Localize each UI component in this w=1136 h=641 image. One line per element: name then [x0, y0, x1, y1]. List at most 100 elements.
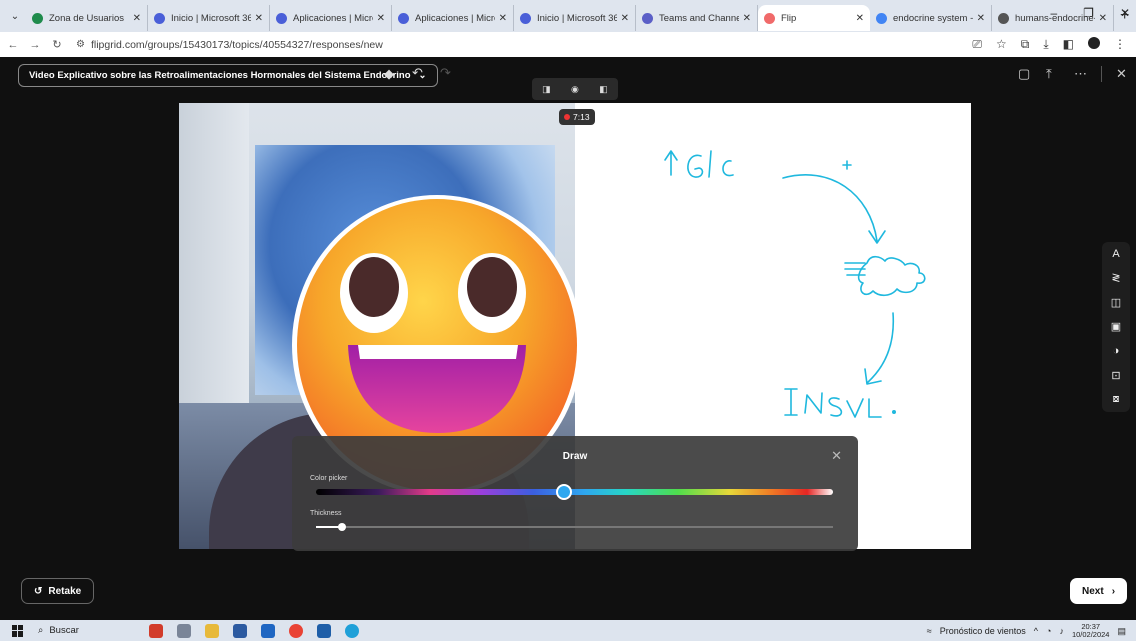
bookmark-star-icon[interactable]: ☆ [996, 37, 1007, 52]
layout-right-icon[interactable]: ◧ [599, 84, 608, 95]
redo-icon[interactable]: ↷ [440, 65, 451, 81]
draw-panel-title: Draw [562, 451, 588, 462]
forward-icon[interactable]: → [26, 39, 44, 51]
url-field[interactable]: flipgrid.com/groups/15430173/topics/4055… [91, 39, 383, 51]
reload-icon[interactable]: ↻ [48, 38, 66, 51]
close-tab-icon[interactable]: ✕ [133, 13, 141, 24]
divider [1101, 66, 1102, 82]
file-explorer-icon[interactable] [204, 623, 219, 638]
tab-title: Teams and Channels [659, 12, 739, 24]
volume-icon[interactable]: ♪ [1059, 626, 1064, 636]
weather-text[interactable]: Pronóstico de vientos [940, 626, 1026, 636]
layout-switcher: ◨ ◉ ◧ [532, 78, 618, 100]
minimize-icon[interactable]: – [1050, 6, 1057, 20]
tab-favicon-icon [398, 12, 409, 24]
cast-icon[interactable]: ⎚ [972, 37, 982, 52]
browser-tab[interactable]: Inicio | Microsoft 365 ✕ [514, 5, 636, 31]
eraser-icon[interactable]: ◆ [384, 66, 394, 82]
tab-favicon-icon [520, 12, 531, 24]
browser-tab[interactable]: Flip ✕ [758, 5, 870, 31]
color-picker-handle[interactable] [556, 484, 573, 500]
menu-kebab-icon[interactable]: ⋮ [1114, 37, 1126, 52]
close-icon[interactable]: ✕ [831, 448, 842, 464]
color-picker-label: Color picker [310, 475, 348, 482]
close-tab-icon[interactable]: ✕ [743, 13, 751, 24]
next-button[interactable]: Next › [1070, 578, 1128, 604]
site-info-icon[interactable]: ⚙ [76, 39, 85, 50]
browser-tab[interactable]: Zona de Usuarios ✕ [26, 5, 148, 31]
retake-button[interactable]: ↺ Retake [21, 578, 95, 604]
thickness-slider[interactable] [316, 526, 833, 528]
profile-avatar[interactable] [1088, 37, 1100, 49]
sticky-note-icon[interactable]: ▢ [1018, 66, 1030, 82]
tab-title: Zona de Usuarios [49, 12, 124, 24]
tab-title: Flip [781, 12, 797, 24]
browser-tab[interactable]: Aplicaciones | Micros ✕ [270, 5, 392, 31]
sidepanel-icon[interactable]: ◧ [1063, 37, 1074, 52]
side-toolbar: A ≷ ◫ ▣ ◑ ⊡ ⧇ [1102, 242, 1130, 412]
text-tool-icon[interactable]: A [1112, 248, 1119, 260]
close-window-icon[interactable]: ✕ [1120, 6, 1130, 20]
thickness-label: Thickness [310, 510, 342, 517]
flip-recorder: Video Explicativo sobre las Retroaliment… [0, 57, 1136, 620]
word-icon[interactable] [316, 623, 331, 638]
edge-icon[interactable] [344, 623, 359, 638]
store-icon[interactable] [232, 623, 247, 638]
browser-tab[interactable]: endocrine system - S ✕ [870, 5, 992, 31]
filter-tool-icon[interactable]: ◑ [1113, 345, 1120, 357]
download-icon[interactable]: ⤓ [1043, 37, 1048, 52]
taskbar-search[interactable]: ⌕ Buscar [38, 625, 79, 636]
retake-icon: ↺ [34, 585, 43, 597]
network-icon[interactable]: ◔ [1046, 626, 1051, 636]
color-picker-slider[interactable] [316, 489, 833, 495]
close-tab-icon[interactable]: ✕ [856, 13, 864, 24]
pen-tool-icon[interactable]: ≷ [1111, 271, 1120, 284]
extensions-icon[interactable]: ⧉ [1021, 37, 1030, 52]
draw-panel: Draw ✕ Color picker Thickness [292, 436, 858, 551]
chevron-right-icon: › [1111, 585, 1116, 597]
browser-tab[interactable]: Teams and Channels ✕ [636, 5, 758, 31]
tab-title: Aplicaciones | Micros [415, 12, 495, 24]
record-dot-icon [564, 114, 570, 120]
browser-tab[interactable]: Inicio | Microsoft 365 ✕ [148, 5, 270, 31]
photo-tool-icon[interactable]: ⧇ [1113, 393, 1120, 406]
taskbar: ⌕ Buscar ≈ Pronóstico de vientos ^ ◔ ♪ 2… [0, 620, 1136, 641]
undo-icon[interactable]: ↶ [412, 65, 423, 81]
tab-search-icon[interactable]: ⌄ [4, 5, 26, 27]
tab-favicon-icon [876, 12, 887, 24]
tab-title: endocrine system - S [893, 12, 973, 24]
tab-title: Inicio | Microsoft 365 [537, 12, 617, 24]
close-icon[interactable]: ✕ [1116, 66, 1127, 82]
weather-icon: ≈ [926, 626, 932, 636]
app-icon-game[interactable] [148, 623, 163, 638]
frame-tool-icon[interactable]: ⊡ [1111, 369, 1120, 382]
back-icon[interactable]: ← [4, 39, 22, 51]
board-tool-icon[interactable]: ▣ [1111, 320, 1121, 333]
tab-title: Aplicaciones | Micros [293, 12, 373, 24]
browser-tab[interactable]: Aplicaciones | Micros ✕ [392, 5, 514, 31]
chrome-icon[interactable] [288, 623, 303, 638]
more-options-icon[interactable]: ⋯ [1074, 66, 1087, 82]
sticky-tool-icon[interactable]: ◫ [1111, 296, 1121, 309]
clock[interactable]: 20:37 10/02/2024 [1072, 623, 1110, 639]
close-tab-icon[interactable]: ✕ [977, 13, 985, 24]
tab-favicon-icon [32, 12, 43, 24]
close-tab-icon[interactable]: ✕ [377, 13, 385, 24]
tab-title: Inicio | Microsoft 365 [171, 12, 251, 24]
close-tab-icon[interactable]: ✕ [255, 13, 263, 24]
task-view-icon[interactable] [176, 623, 191, 638]
layout-left-icon[interactable]: ◨ [542, 84, 551, 95]
upload-icon[interactable]: ⤒ [1046, 66, 1052, 82]
tray-chevron-icon[interactable]: ^ [1034, 626, 1038, 636]
layout-center-icon[interactable]: ◉ [571, 84, 579, 95]
notifications-icon[interactable]: ▤ [1117, 626, 1126, 637]
close-tab-icon[interactable]: ✕ [499, 13, 507, 24]
windows-start-icon[interactable] [12, 624, 24, 637]
tab-favicon-icon [642, 12, 653, 24]
thickness-handle[interactable] [337, 523, 346, 531]
browser-tab-bar: ⌄ Zona de Usuarios ✕ Inicio | Microsoft 36… [0, 0, 1136, 32]
mail-icon[interactable] [260, 623, 275, 638]
topic-selector[interactable]: Video Explicativo sobre las Retroaliment… [18, 64, 438, 87]
restore-icon[interactable]: ❐ [1083, 6, 1094, 20]
close-tab-icon[interactable]: ✕ [621, 13, 629, 24]
